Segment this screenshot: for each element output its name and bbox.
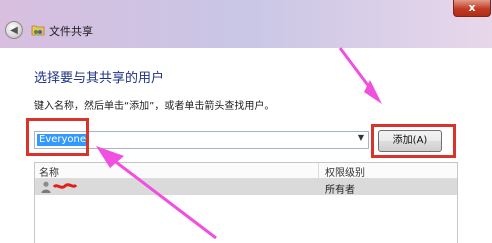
annotation-arrow-to-combo (96, 146, 217, 240)
annotation-arrows (96, 47, 382, 240)
annotation-arrow-to-add-button (338, 47, 382, 104)
